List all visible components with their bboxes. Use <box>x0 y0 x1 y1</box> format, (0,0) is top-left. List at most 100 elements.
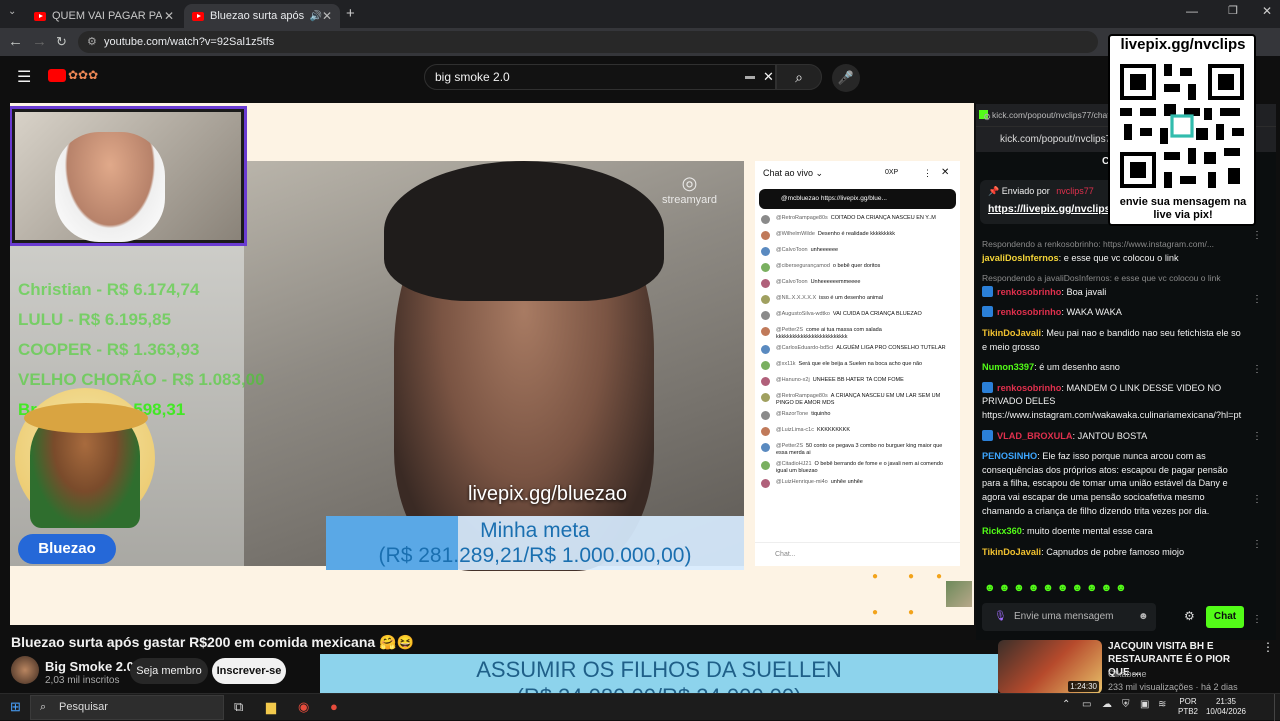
user-avatar <box>761 377 770 386</box>
recommended-channel[interactable]: Olkabone <box>1108 669 1147 679</box>
kick-message-input[interactable]: 🎙 Envie uma mensagem ☻ <box>982 603 1156 631</box>
show-desktop[interactable] <box>1274 694 1280 721</box>
voice-search-button[interactable]: 🎤 <box>832 64 860 92</box>
task-view-icon[interactable]: ⧉ <box>234 699 243 715</box>
message-options-icon[interactable]: ⋮ <box>1252 431 1262 442</box>
kick-chat-send-button[interactable]: Chat <box>1206 606 1244 628</box>
chat-username[interactable]: TikinDoJavali <box>982 328 1041 338</box>
wifi-icon[interactable]: ≋ <box>1158 699 1166 710</box>
settings-gear-icon[interactable]: ⚙ <box>1184 609 1195 623</box>
inner-chat-text: @Petter2S come ai tua massa com salada kk… <box>776 327 954 341</box>
keyboard-icon[interactable]: ▬ <box>745 65 755 89</box>
chat-username[interactable]: VLAD_BROXULA <box>997 431 1073 441</box>
menu-icon[interactable]: ☰ <box>17 67 31 87</box>
donation-entry: Christian - R$ 6.174,74 <box>18 280 200 299</box>
inner-chat-row: @CitadioHJ21 O bebê berrando de fome e o … <box>755 459 960 477</box>
video-frame: livepix.gg/bluezao <box>244 161 744 571</box>
inner-chat-user: @CitadioHJ21 <box>776 461 812 467</box>
banner-line-1: ASSUMIR OS FILHOS DA SUELLEN <box>476 657 842 682</box>
address-bar[interactable]: ⚙ youtube.com/watch?v=92Sal1z5tfs <box>78 31 1098 53</box>
network-icon[interactable]: ▭ <box>1082 699 1091 710</box>
chat-text: é um desenho asno <box>1039 362 1120 373</box>
qr-caption: envie sua mensagem na live via pix! <box>1119 196 1247 221</box>
kick-chat-message: Numon3397: é um desenho asno <box>982 361 1244 375</box>
inner-chat-user: @CarlosEduardo-bd5ci <box>776 345 834 351</box>
tray-chevron-icon[interactable]: ⌃ <box>1062 699 1070 710</box>
system-clock[interactable]: 21:35 10/04/2026 <box>1200 697 1252 717</box>
inner-chat-text: @RazorTone tiquinho <box>776 411 830 418</box>
join-button[interactable]: Seja membro <box>130 658 208 684</box>
inner-chat-text: @RetroRampage80s COITADO DA CRIANÇA NASCE… <box>776 215 936 222</box>
new-tab-icon[interactable]: + <box>346 5 355 22</box>
message-options-icon[interactable]: ⋮ <box>1252 294 1262 305</box>
taskbar-search[interactable]: ⌕ Pesquisar <box>30 695 224 720</box>
search-input[interactable]: big smoke 2.0 ▬ ✕ <box>424 64 776 90</box>
back-icon[interactable]: ← <box>8 33 23 50</box>
user-avatar <box>761 443 770 452</box>
message-options-icon[interactable]: ⋮ <box>1252 539 1262 550</box>
tab-close-icon[interactable]: ✕ <box>164 9 174 23</box>
channel-name[interactable]: Big Smoke 2.0 <box>45 659 134 674</box>
language-indicator[interactable]: POR PTB2 <box>1178 697 1198 717</box>
tab-2[interactable]: Bluezao surta após gastar R... 🔊 ✕ <box>184 4 340 28</box>
inner-chat-user: @Petter2S <box>776 443 803 449</box>
message-options-icon[interactable]: ⋮ <box>1252 364 1262 375</box>
youtube-logo[interactable] <box>48 69 66 82</box>
mic-icon[interactable]: 🎙 <box>994 603 1007 631</box>
windows-start-icon[interactable]: ⊞ <box>10 699 21 715</box>
chat-username[interactable]: Numon3397 <box>982 362 1034 372</box>
user-avatar <box>761 345 770 354</box>
message-options-icon[interactable]: ⋮ <box>1252 614 1262 625</box>
sombrero-icon <box>24 403 148 433</box>
channel-avatar[interactable] <box>11 656 39 684</box>
chat-text: muito doente mental esse cara <box>1026 526 1153 537</box>
forward-icon[interactable]: → <box>32 33 47 50</box>
cloud-icon[interactable]: ☁ <box>1102 699 1112 710</box>
video-player[interactable]: livepix.gg/bluezao ◎ streamyard Christia… <box>10 103 974 625</box>
chat-username[interactable]: javaliDosInfernos <box>982 253 1059 263</box>
chat-username[interactable]: renkosobrinho <box>997 383 1061 393</box>
user-badge-icon <box>982 381 993 393</box>
minimize-icon[interactable]: — <box>1186 4 1198 18</box>
chat-username[interactable]: Rickx360 <box>982 526 1022 536</box>
site-info-icon[interactable]: ⚙ <box>983 104 991 130</box>
search-button[interactable]: ⌕ <box>776 64 822 90</box>
inner-chat-message: unhêe unhêe <box>830 479 863 485</box>
inner-chat-text: @cibersegurançamod o bebê quer doritos <box>776 263 880 270</box>
doodle-logo[interactable]: ✿✿✿ <box>68 68 98 82</box>
chat-username[interactable]: TikinDoJavali <box>982 547 1041 557</box>
inner-chat-message: VAI CUIDA DA CRIANÇA BLUEZAO <box>832 311 922 317</box>
site-info-icon[interactable]: ⚙ <box>87 31 97 53</box>
inner-chat-header: Chat ao vivo ⌄ 0XP ⋮ ✕ <box>755 161 960 185</box>
shield-icon[interactable]: ⛨ <box>1122 699 1130 710</box>
tab-1[interactable]: QUEM VAI PAGAR PARA O BLU... ✕ <box>26 4 182 28</box>
subscribe-button[interactable]: Inscrever-se <box>212 658 286 684</box>
more-options-icon[interactable]: ⋮ <box>1262 640 1274 654</box>
maximize-icon[interactable]: ❐ <box>1228 4 1238 17</box>
inner-chat-row: @CarlosEduardo-bd5ci ALGUÉM LIGA PRO CONS… <box>755 343 960 359</box>
chat-username[interactable]: renkosobrinho <box>997 307 1061 317</box>
chrome-icon[interactable]: ◉ <box>298 699 309 715</box>
inner-chat-row: @cibersegurançamod o bebê quer doritos <box>755 261 960 277</box>
emote-row[interactable]: ☻☻☻☻☻☻☻☻☻☻ <box>984 582 1130 594</box>
chat-username[interactable]: renkosobrinho <box>997 287 1061 297</box>
app-icon[interactable]: ● <box>330 699 338 714</box>
file-explorer-icon[interactable]: ▆ <box>266 699 276 715</box>
inner-chat-text: @WilhelmWilde Desenho é realidade kkkkkkk… <box>776 231 895 238</box>
tab-search-dropdown-icon[interactable]: ⌄ <box>8 6 16 17</box>
message-options-icon[interactable]: ⋮ <box>1252 494 1262 505</box>
inner-chat-message: COITADO DA CRIANÇA NASCEU EN Y..M <box>830 215 936 221</box>
audio-playing-icon[interactable]: 🔊 <box>309 11 321 22</box>
user-avatar <box>761 247 770 256</box>
chat-username[interactable]: PENOSINHO <box>982 451 1037 461</box>
emoji-icon[interactable]: ☻ <box>1138 603 1149 631</box>
message-options-icon[interactable]: ⋮ <box>1252 230 1262 241</box>
user-avatar <box>761 361 770 370</box>
tab-close-icon[interactable]: ✕ <box>322 9 332 23</box>
close-window-icon[interactable]: ✕ <box>1262 4 1272 18</box>
clear-search-icon[interactable]: ✕ <box>763 65 774 89</box>
display-icon[interactable]: ▣ <box>1140 699 1149 710</box>
recommended-thumbnail[interactable]: 1:24:30 <box>998 640 1102 694</box>
reload-icon[interactable]: ↻ <box>56 34 67 50</box>
inner-chat-user: @cibersegurançamod <box>776 263 830 269</box>
